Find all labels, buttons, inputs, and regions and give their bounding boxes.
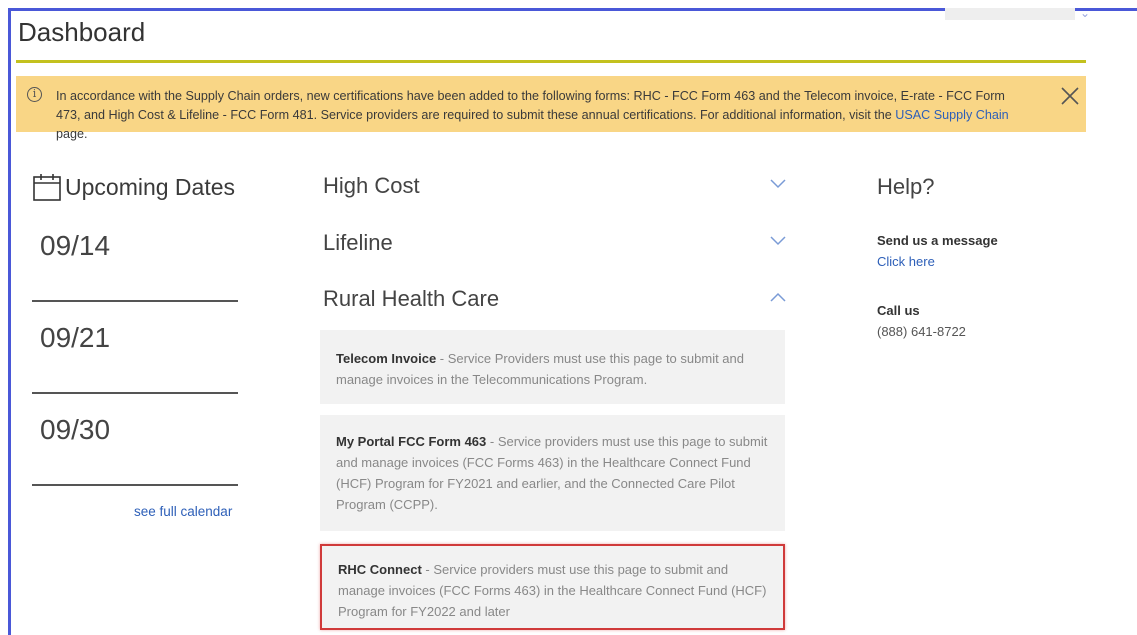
chevron-up-icon[interactable] bbox=[770, 292, 786, 302]
usac-supply-chain-link[interactable]: USAC Supply Chain bbox=[895, 108, 1008, 122]
supply-chain-alert: i In accordance with the Supply Chain or… bbox=[16, 76, 1086, 141]
upcoming-dates-header: Upcoming Dates bbox=[32, 172, 235, 202]
info-icon: i bbox=[27, 87, 42, 102]
send-message-label: Send us a message bbox=[877, 233, 998, 248]
rhc-connect-card[interactable]: RHC Connect - Service providers must use… bbox=[320, 544, 785, 630]
see-full-calendar-link[interactable]: see full calendar bbox=[134, 504, 232, 519]
upcoming-date[interactable]: 09/14 bbox=[40, 230, 110, 262]
accordion-label: Lifeline bbox=[323, 230, 393, 255]
top-menu-placeholder[interactable] bbox=[945, 8, 1075, 20]
call-us-label: Call us bbox=[877, 303, 920, 318]
alert-text-end: page. bbox=[56, 127, 88, 141]
page-title: Dashboard bbox=[18, 17, 146, 47]
upcoming-date[interactable]: 09/30 bbox=[40, 414, 110, 446]
accordion-lifeline[interactable]: Lifeline bbox=[323, 230, 788, 256]
card-title[interactable]: Telecom Invoice bbox=[336, 351, 436, 366]
card-title[interactable]: My Portal FCC Form 463 bbox=[336, 434, 486, 449]
calendar-icon bbox=[33, 174, 61, 201]
date-divider bbox=[32, 484, 238, 486]
date-divider bbox=[32, 300, 238, 302]
title-divider bbox=[16, 60, 1086, 63]
accordion-label: Rural Health Care bbox=[323, 286, 500, 311]
accordion-label: High Cost bbox=[323, 173, 420, 198]
upcoming-date[interactable]: 09/21 bbox=[40, 322, 110, 354]
date-divider bbox=[32, 392, 238, 394]
chevron-down-icon[interactable]: ⌄ bbox=[1080, 6, 1090, 20]
alert-text: In accordance with the Supply Chain orde… bbox=[56, 89, 1005, 122]
chevron-down-icon[interactable] bbox=[770, 179, 786, 189]
close-icon[interactable] bbox=[1058, 84, 1082, 108]
help-title: Help? bbox=[877, 174, 935, 199]
accordion-high-cost[interactable]: High Cost bbox=[323, 173, 788, 199]
card-title[interactable]: RHC Connect bbox=[338, 562, 422, 577]
telecom-invoice-card[interactable]: Telecom Invoice - Service Providers must… bbox=[320, 330, 785, 404]
accordion-rural-health-care[interactable]: Rural Health Care bbox=[323, 286, 788, 312]
my-portal-form-463-card[interactable]: My Portal FCC Form 463 - Service provide… bbox=[320, 415, 785, 531]
phone-number: (888) 641-8722 bbox=[877, 324, 966, 339]
click-here-link[interactable]: Click here bbox=[877, 254, 935, 269]
upcoming-dates-title: Upcoming Dates bbox=[65, 173, 236, 200]
chevron-down-icon[interactable] bbox=[770, 236, 786, 246]
